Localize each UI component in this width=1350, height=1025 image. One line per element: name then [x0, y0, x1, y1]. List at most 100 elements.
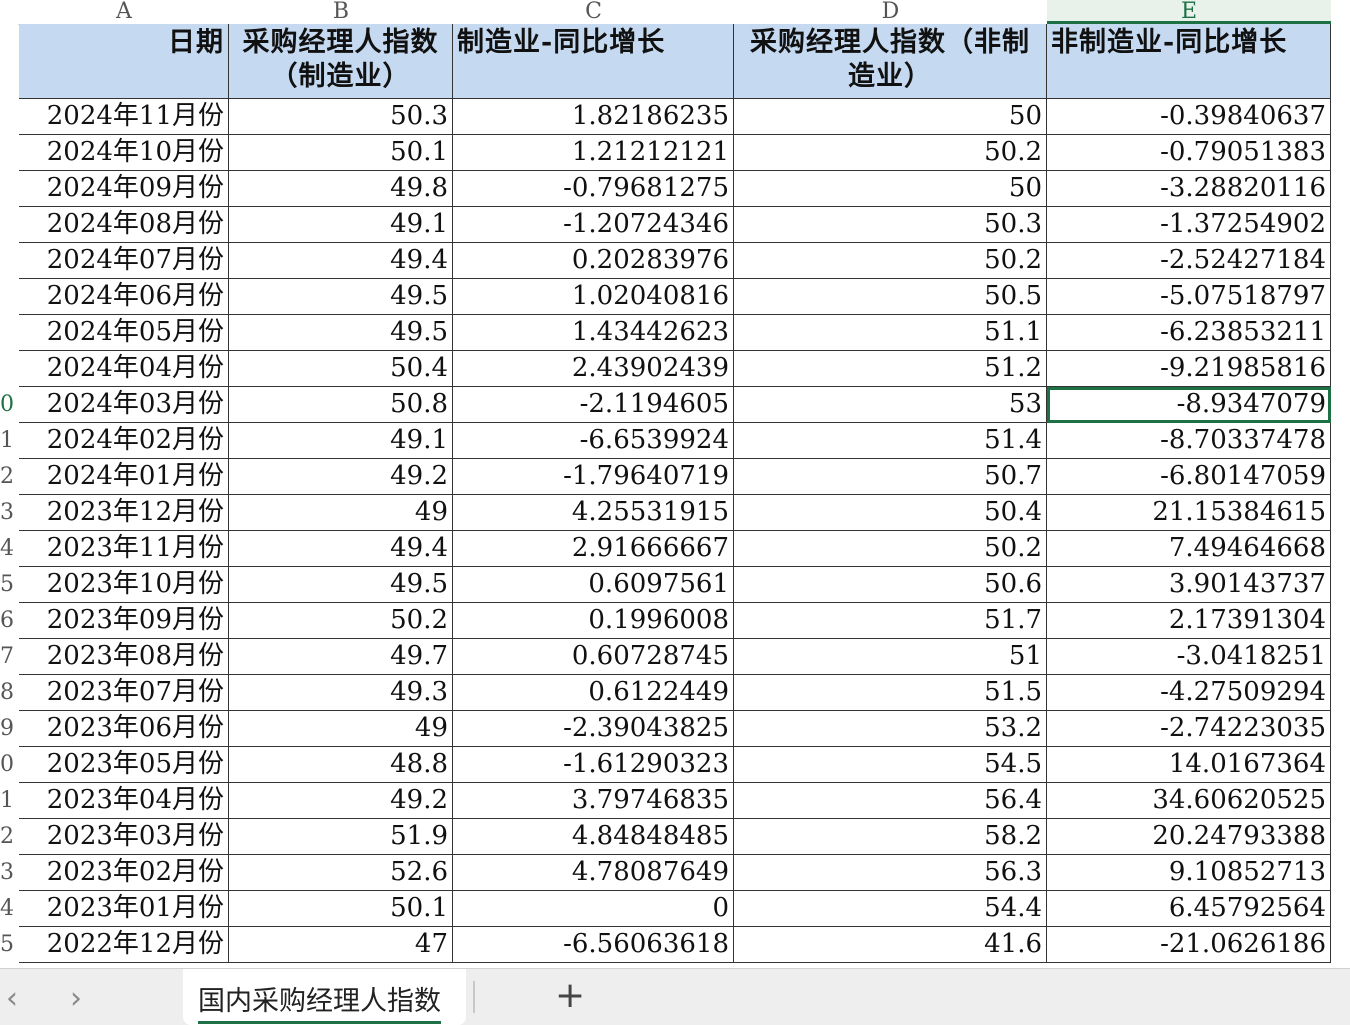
table-cell[interactable]: 2023年09月份	[19, 603, 229, 639]
table-cell[interactable]: 1.82186235	[453, 99, 734, 135]
table-cell[interactable]: 2023年07月份	[19, 675, 229, 711]
table-cell[interactable]: 51.5	[734, 675, 1047, 711]
table-cell[interactable]: 3.90143737	[1047, 567, 1331, 603]
column-letter-d[interactable]: D	[734, 0, 1047, 24]
table-cell[interactable]: 50.2	[734, 135, 1047, 171]
table-cell[interactable]: 49.7	[229, 639, 453, 675]
row-number[interactable]: 2	[0, 819, 14, 855]
table-cell[interactable]: 4.78087649	[453, 855, 734, 891]
table-cell[interactable]: -2.74223035	[1047, 711, 1331, 747]
table-cell[interactable]: 49.1	[229, 423, 453, 459]
table-cell[interactable]: 2023年10月份	[19, 567, 229, 603]
table-cell[interactable]: 2023年12月份	[19, 495, 229, 531]
column-letter-a[interactable]: A	[19, 0, 229, 24]
table-cell[interactable]: 9.10852713	[1047, 855, 1331, 891]
table-cell[interactable]: 54.5	[734, 747, 1047, 783]
row-number[interactable]: 0	[0, 387, 14, 423]
row-number[interactable]: 6	[0, 603, 14, 639]
table-cell[interactable]: -5.07518797	[1047, 279, 1331, 315]
table-cell[interactable]: 14.0167364	[1047, 747, 1331, 783]
table-cell[interactable]: 2.17391304	[1047, 603, 1331, 639]
table-cell[interactable]: 53.2	[734, 711, 1047, 747]
table-cell[interactable]: -2.39043825	[453, 711, 734, 747]
table-cell[interactable]: 2023年01月份	[19, 891, 229, 927]
table-cell[interactable]: -1.79640719	[453, 459, 734, 495]
table-cell[interactable]: 52.6	[229, 855, 453, 891]
table-cell[interactable]: 1.43442623	[453, 315, 734, 351]
add-sheet-button[interactable]: +	[555, 975, 585, 1016]
table-cell[interactable]: 49.4	[229, 243, 453, 279]
table-cell[interactable]: 50.8	[229, 387, 453, 423]
column-letter-c[interactable]: C	[453, 0, 734, 24]
table-cell[interactable]: 2.43902439	[453, 351, 734, 387]
next-sheet-icon[interactable]: ›	[70, 981, 82, 1016]
table-cell[interactable]: 50.4	[734, 495, 1047, 531]
table-cell[interactable]: -9.21985816	[1047, 351, 1331, 387]
table-cell[interactable]: -2.52427184	[1047, 243, 1331, 279]
table-cell[interactable]: 58.2	[734, 819, 1047, 855]
table-cell[interactable]: 2024年06月份	[19, 279, 229, 315]
table-cell[interactable]: 49.1	[229, 207, 453, 243]
table-cell[interactable]: -8.9347079	[1047, 387, 1331, 423]
header-cell-pmi-mfg[interactable]: 采购经理人指数（制造业）	[229, 24, 453, 99]
table-cell[interactable]: 49.5	[229, 315, 453, 351]
table-cell[interactable]: 50.4	[229, 351, 453, 387]
row-number[interactable]: 9	[0, 711, 14, 747]
table-cell[interactable]: 49.2	[229, 783, 453, 819]
table-cell[interactable]: 21.15384615	[1047, 495, 1331, 531]
table-cell[interactable]: 51	[734, 639, 1047, 675]
row-number[interactable]: 2	[0, 459, 14, 495]
table-cell[interactable]: 2024年11月份	[19, 99, 229, 135]
table-cell[interactable]: -3.28820116	[1047, 171, 1331, 207]
table-cell[interactable]: -1.37254902	[1047, 207, 1331, 243]
table-cell[interactable]: 2024年05月份	[19, 315, 229, 351]
table-cell[interactable]: 48.8	[229, 747, 453, 783]
table-cell[interactable]: 50.5	[734, 279, 1047, 315]
table-cell[interactable]: 2023年04月份	[19, 783, 229, 819]
header-cell-nonmfg-yoy[interactable]: 非制造业-同比增长	[1047, 24, 1331, 99]
table-cell[interactable]: 49.8	[229, 171, 453, 207]
table-cell[interactable]: 3.79746835	[453, 783, 734, 819]
table-cell[interactable]: 1.02040816	[453, 279, 734, 315]
table-cell[interactable]: -21.0626186	[1047, 927, 1331, 963]
table-cell[interactable]: 0.6097561	[453, 567, 734, 603]
table-cell[interactable]: 53	[734, 387, 1047, 423]
row-number[interactable]: 0	[0, 747, 14, 783]
table-cell[interactable]: 2.91666667	[453, 531, 734, 567]
row-number[interactable]: 4	[0, 891, 14, 927]
table-cell[interactable]: -0.79051383	[1047, 135, 1331, 171]
table-cell[interactable]: 50.2	[734, 531, 1047, 567]
row-number[interactable]: 7	[0, 639, 14, 675]
table-cell[interactable]: -2.1194605	[453, 387, 734, 423]
table-cell[interactable]: 2024年08月份	[19, 207, 229, 243]
row-number[interactable]: 8	[0, 675, 14, 711]
table-cell[interactable]: 50.3	[229, 99, 453, 135]
table-cell[interactable]: 50	[734, 171, 1047, 207]
table-cell[interactable]: 0.60728745	[453, 639, 734, 675]
table-cell[interactable]: 4.25531915	[453, 495, 734, 531]
table-cell[interactable]: 4.84848485	[453, 819, 734, 855]
table-cell[interactable]: 49.4	[229, 531, 453, 567]
row-number[interactable]: 5	[0, 567, 14, 603]
table-cell[interactable]: 49.5	[229, 567, 453, 603]
table-cell[interactable]: 7.49464668	[1047, 531, 1331, 567]
sheet-tab-active[interactable]: 国内采购经理人指数	[183, 969, 466, 1025]
table-cell[interactable]: 2024年01月份	[19, 459, 229, 495]
column-letter-b[interactable]: B	[229, 0, 453, 24]
header-cell-pmi-nonmfg[interactable]: 采购经理人指数（非制造业）	[734, 24, 1047, 99]
table-cell[interactable]: 56.3	[734, 855, 1047, 891]
table-cell[interactable]: -1.61290323	[453, 747, 734, 783]
table-cell[interactable]: 0	[453, 891, 734, 927]
table-cell[interactable]: 1.21212121	[453, 135, 734, 171]
table-cell[interactable]: 0.6122449	[453, 675, 734, 711]
table-cell[interactable]: 49.3	[229, 675, 453, 711]
table-cell[interactable]: 49.5	[229, 279, 453, 315]
table-cell[interactable]: 2023年05月份	[19, 747, 229, 783]
row-number[interactable]: 3	[0, 855, 14, 891]
row-number[interactable]: 4	[0, 531, 14, 567]
table-cell[interactable]: 34.60620525	[1047, 783, 1331, 819]
column-letter-e[interactable]: E	[1047, 0, 1331, 24]
table-cell[interactable]: 50.7	[734, 459, 1047, 495]
table-cell[interactable]: 2024年07月份	[19, 243, 229, 279]
table-cell[interactable]: 56.4	[734, 783, 1047, 819]
